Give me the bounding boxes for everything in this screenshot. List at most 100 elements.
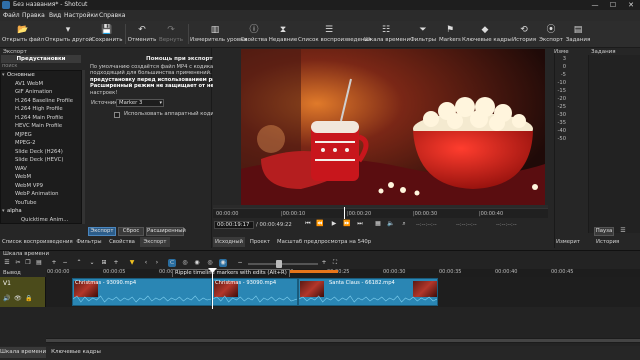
tab-export[interactable]: Экспорт <box>140 237 170 247</box>
timeline-playhead[interactable] <box>212 269 213 309</box>
timeline-clip[interactable]: Christmas - 93090.mp4 <box>72 278 212 306</box>
jobs-button[interactable]: ▤ Задания <box>564 22 592 47</box>
export-button[interactable]: ⦿ Экспорт <box>538 22 564 47</box>
add-marker-icon[interactable]: + <box>112 259 120 267</box>
markers-button[interactable]: ⚑ Markers <box>438 22 462 47</box>
tab-audio-meter[interactable]: Измерит <box>556 237 586 247</box>
preset-item[interactable]: H.264 Main Profile <box>1 114 81 122</box>
preset-category[interactable]: alpha <box>1 207 81 215</box>
playlist-button[interactable]: ☰ Список воспроизведения <box>298 22 371 47</box>
timeline-zoom-handle[interactable] <box>276 260 282 268</box>
save-button[interactable]: 💾 Сохранить <box>91 22 123 47</box>
preset-item[interactable]: Slide Deck (HEVC) <box>1 156 81 164</box>
reset-button[interactable]: Сброс <box>118 227 144 236</box>
fast-forward-icon[interactable]: ⏩ <box>343 220 351 228</box>
cut-icon[interactable]: ✂ <box>14 259 22 267</box>
previous-marker-icon[interactable]: ‹ <box>142 259 150 267</box>
preset-category[interactable]: Основные <box>1 71 81 79</box>
copy-icon[interactable]: ❐ <box>24 259 32 267</box>
paste-icon[interactable]: ▤ <box>35 259 43 267</box>
history-button[interactable]: ⟲ История <box>510 22 538 47</box>
preset-item[interactable]: WebM VP9 <box>1 182 81 190</box>
menu-settings[interactable]: Настройки <box>64 12 98 19</box>
timeline-menu-icon[interactable]: ☰ <box>3 259 11 267</box>
preset-item[interactable]: H.264 High Profile <box>1 105 81 113</box>
preset-item[interactable]: WebM <box>1 173 81 181</box>
tab-project[interactable]: Проект <box>247 237 273 247</box>
preset-item[interactable]: GIF Animation <box>1 88 81 96</box>
timeline-button[interactable]: ☷ Шкала времени <box>364 22 410 47</box>
export-file-button[interactable]: Экспорт <box>88 227 116 236</box>
mute-icon[interactable]: 🔊 <box>3 295 10 302</box>
menu-help[interactable]: Справка <box>99 12 125 19</box>
jobs-menu-icon[interactable]: ☰ <box>618 227 628 236</box>
snap-icon[interactable]: ⊂ <box>168 259 176 267</box>
properties-button[interactable]: ⓘ Свойства <box>240 22 268 47</box>
filters-button[interactable]: ⏷ Фильтры <box>408 22 438 47</box>
open-file-button[interactable]: 📂 Открыть файл <box>1 22 45 47</box>
zoom-fit-icon[interactable]: ⛶ <box>331 259 339 267</box>
tab-presets[interactable]: Предустановки <box>1 55 81 63</box>
ripple-all-icon[interactable]: ◎ <box>206 259 214 267</box>
source-select[interactable]: Marker 3 ▾ <box>116 99 164 107</box>
skip-end-icon[interactable]: ⏭ <box>356 220 364 228</box>
player-ruler[interactable]: 00:00:00 |00:00:10 |00:00:20 |00:00:30 |… <box>213 208 548 218</box>
menu-file[interactable]: Файл <box>3 12 20 19</box>
menu-edit[interactable]: Правка <box>22 12 45 19</box>
preview-scale-button[interactable]: Масштаб предпросмотра на 540p <box>277 237 371 247</box>
preset-item[interactable]: MPEG-2 <box>1 139 81 147</box>
preset-item[interactable]: WAV <box>1 165 81 173</box>
keyframes-button[interactable]: ◆ Ключевые кадры <box>462 22 512 47</box>
marker-icon[interactable]: ▼ <box>128 259 136 267</box>
hw-encoder-checkbox[interactable] <box>114 112 120 118</box>
preset-list-scrollbar[interactable] <box>82 70 85 224</box>
tab-history[interactable]: История <box>596 237 626 247</box>
preset-item[interactable]: H.264 Baseline Profile <box>1 97 81 105</box>
ripple-markers-icon[interactable]: ◉ <box>219 259 227 267</box>
preset-item[interactable]: WebP Animation <box>1 190 81 198</box>
lock-icon[interactable]: 🔒 <box>25 295 32 302</box>
volume-icon[interactable]: 🔈 <box>387 220 395 228</box>
menu-view[interactable]: Вид <box>49 12 61 19</box>
preset-search-input[interactable]: поиск <box>1 63 81 70</box>
tab-source[interactable]: Исходный <box>213 237 245 247</box>
tab-playlist[interactable]: Список воспроизведения <box>2 237 73 247</box>
audio-meter-button[interactable]: ▥ Измеритель уровня <box>190 22 247 47</box>
track-header-v1[interactable]: V1 🔊 👁 🔒 <box>0 277 46 307</box>
lift-icon[interactable]: ⌃ <box>75 259 83 267</box>
grid-icon[interactable]: ▦ <box>374 220 382 228</box>
tab-keyframes[interactable]: Ключевые кадры <box>50 347 102 358</box>
timeline-zoom-slider[interactable] <box>248 263 318 265</box>
current-time-field[interactable]: 00:00:19:17 <box>214 221 254 229</box>
zoom-icon[interactable]: ⌕ <box>400 220 408 228</box>
skip-start-icon[interactable]: ⏮ <box>304 220 312 228</box>
video-preview[interactable] <box>241 49 545 205</box>
split-icon[interactable]: ⊞ <box>100 259 108 267</box>
tab-timeline[interactable]: Шкала времени <box>0 347 46 358</box>
scrub-icon[interactable]: ◎ <box>181 259 189 267</box>
minimize-button[interactable]: — <box>586 0 604 10</box>
preset-item[interactable]: HEVC Main Profile <box>1 122 81 130</box>
close-button[interactable]: ✕ <box>622 0 640 10</box>
open-other-button[interactable]: ▾ Открыть другой <box>45 22 92 47</box>
zoom-out-icon[interactable]: − <box>236 259 244 267</box>
duration-field[interactable]: --:--:--:-- <box>496 222 517 228</box>
ripple-icon[interactable]: ◉ <box>193 259 201 267</box>
overwrite-icon[interactable]: ⌄ <box>88 259 96 267</box>
preset-item[interactable]: Quicktime Anim... <box>1 216 81 224</box>
player-playhead[interactable] <box>344 207 345 219</box>
timeline-clip[interactable]: Santa Claus - 66182.mp4 <box>298 278 438 306</box>
timeline-clip[interactable]: Christmas - 93090.mp4 <box>212 278 298 306</box>
append-icon[interactable]: + <box>50 259 58 267</box>
tab-filters[interactable]: Фильтры <box>74 237 104 247</box>
rewind-icon[interactable]: ⏪ <box>316 220 324 228</box>
undo-button[interactable]: ↶ Отменить <box>127 22 157 47</box>
zoom-in-icon[interactable]: + <box>320 259 328 267</box>
next-marker-icon[interactable]: › <box>153 259 161 267</box>
tab-properties[interactable]: Свойства <box>106 237 138 247</box>
maximize-button[interactable]: ☐ <box>604 0 622 10</box>
ripple-delete-icon[interactable]: − <box>61 259 69 267</box>
play-icon[interactable]: ▶ <box>330 220 338 228</box>
out-point-field[interactable]: --:--:--:-- <box>456 222 477 228</box>
preset-item[interactable]: MJPEG <box>1 131 81 139</box>
